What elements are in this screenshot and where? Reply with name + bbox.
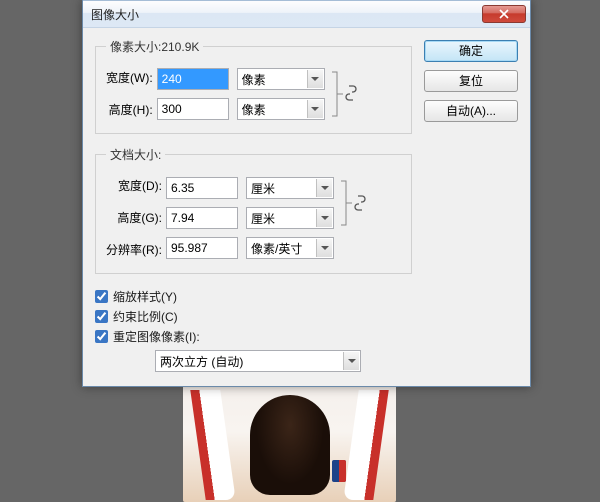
constrain-checkbox[interactable]	[95, 310, 108, 323]
pixel-height-unit-select[interactable]: 像素	[237, 98, 325, 120]
chevron-down-icon	[316, 179, 332, 197]
resample-row[interactable]: 重定图像像素(I):	[95, 326, 412, 346]
doc-height-unit-select[interactable]: 厘米	[246, 207, 334, 229]
pixel-width-input[interactable]	[157, 68, 229, 90]
doc-width-label: 宽度(D):	[118, 175, 162, 197]
chevron-down-icon	[307, 100, 323, 118]
scale-styles-checkbox[interactable]	[95, 290, 108, 303]
ok-button[interactable]: 确定	[424, 40, 518, 62]
window-title: 图像大小	[91, 6, 482, 23]
reset-button[interactable]: 复位	[424, 70, 518, 92]
chevron-down-icon	[316, 209, 332, 227]
options-checks: 缩放样式(Y) 约束比例(C) 重定图像像素(I):	[95, 286, 412, 346]
chain-icon[interactable]	[354, 195, 366, 214]
background-photo	[183, 385, 396, 502]
doc-group-legend: 文档大小:	[106, 146, 165, 163]
resample-checkbox[interactable]	[95, 330, 108, 343]
chevron-down-icon	[316, 239, 332, 257]
doc-width-input[interactable]	[166, 177, 238, 199]
image-size-dialog: 图像大小 像素大小:210.9K 宽度(W): 高度(H):	[82, 0, 531, 387]
resolution-unit-select[interactable]: 像素/英寸	[246, 237, 334, 259]
scale-styles-row[interactable]: 缩放样式(Y)	[95, 286, 412, 306]
pixel-width-label: 宽度(W):	[106, 67, 153, 89]
close-button[interactable]	[482, 5, 526, 23]
chevron-down-icon	[307, 70, 323, 88]
pixel-width-unit-select[interactable]: 像素	[237, 68, 325, 90]
resolution-input[interactable]	[166, 237, 238, 259]
doc-height-input[interactable]	[166, 207, 238, 229]
pixel-height-label: 高度(H):	[109, 99, 153, 121]
close-icon	[499, 9, 509, 19]
titlebar[interactable]: 图像大小	[83, 0, 530, 28]
resolution-label: 分辨率(R):	[106, 239, 162, 261]
pixel-height-input[interactable]	[157, 98, 229, 120]
doc-height-label: 高度(G):	[117, 207, 162, 229]
constrain-proportions-row[interactable]: 约束比例(C)	[95, 306, 412, 326]
document-size-group: 文档大小: 宽度(D): 高度(G): 分辨率(R): 厘米 厘米	[95, 146, 412, 274]
resample-method-select[interactable]: 两次立方 (自动)	[155, 350, 361, 372]
pixel-dimensions-group: 像素大小:210.9K 宽度(W): 高度(H): 像素 像素	[95, 38, 412, 134]
doc-width-unit-select[interactable]: 厘米	[246, 177, 334, 199]
auto-button[interactable]: 自动(A)...	[424, 100, 518, 122]
chevron-down-icon	[343, 352, 359, 370]
chain-icon[interactable]	[345, 85, 357, 104]
pixel-group-legend: 像素大小:210.9K	[106, 38, 203, 55]
